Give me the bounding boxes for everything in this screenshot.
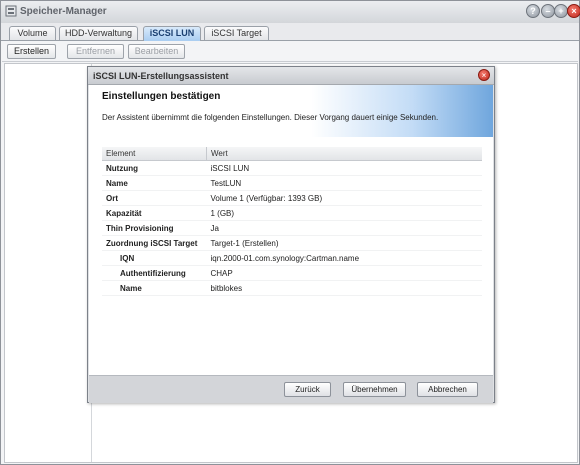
row-element: Ort (102, 190, 207, 206)
title-bar: Speicher-Manager ? – + × (1, 1, 580, 24)
column-header-element: Element (102, 147, 207, 161)
table-row: IQN iqn.2000-01.com.synology:Cartman.nam… (102, 250, 482, 266)
toolbar: Erstellen Entfernen Bearbeiten (2, 41, 578, 62)
lun-creation-wizard-dialog: iSCSI LUN-Erstellungsassistent × Einstel… (87, 66, 495, 403)
table-row: Kapazität 1 (GB) (102, 205, 482, 221)
tab-iscsi-target[interactable]: iSCSI Target (204, 26, 269, 40)
cancel-button[interactable]: Abbrechen (417, 382, 478, 397)
storage-manager-window: Speicher-Manager ? – + × Volume HDD-Verw… (0, 0, 580, 465)
settings-table: Element Wert Nutzung iSCSI LUN Name Test… (102, 147, 482, 296)
remove-button[interactable]: Entfernen (67, 44, 124, 59)
row-value: Ja (206, 220, 482, 236)
apply-button[interactable]: Übernehmen (343, 382, 406, 397)
row-element: Name (102, 280, 207, 296)
help-button[interactable]: ? (526, 4, 540, 18)
table-row: Ort Volume 1 (Verfügbar: 1393 GB) (102, 190, 482, 206)
tab-volume[interactable]: Volume (9, 26, 56, 40)
table-row: Zuordnung iSCSI Target Target-1 (Erstell… (102, 235, 482, 251)
close-window-button[interactable]: × (567, 4, 580, 18)
table-row: Thin Provisioning Ja (102, 220, 482, 236)
row-element: Kapazität (102, 205, 207, 221)
step-heading: Einstellungen bestätigen (102, 91, 221, 102)
maximize-button[interactable]: + (554, 4, 568, 18)
create-button[interactable]: Erstellen (7, 44, 56, 59)
row-element: IQN (102, 250, 207, 266)
step-description: Der Assistent übernimmt die folgenden Ei… (102, 113, 439, 122)
row-value: bitblokes (206, 280, 482, 296)
row-value: iqn.2000-01.com.synology:Cartman.name (206, 250, 482, 266)
minimize-button[interactable]: – (541, 4, 555, 18)
row-element: Name (102, 175, 207, 191)
dialog-footer: Zurück Übernehmen Abbrechen (89, 375, 493, 403)
row-element: Zuordnung iSCSI Target (102, 235, 207, 251)
window-title: Speicher-Manager (20, 6, 107, 17)
row-value: Target-1 (Erstellen) (206, 235, 482, 251)
row-element: Thin Provisioning (102, 220, 207, 236)
row-value: CHAP (206, 265, 482, 281)
table-row: Name TestLUN (102, 175, 482, 191)
tab-bar: Volume HDD-Verwaltung iSCSI LUN iSCSI Ta… (1, 23, 579, 41)
row-element: Authentifizierung (102, 265, 207, 281)
dialog-title: iSCSI LUN-Erstellungsassistent (93, 71, 229, 81)
tab-hdd-verwaltung[interactable]: HDD-Verwaltung (59, 26, 138, 40)
table-header-row: Element Wert (102, 147, 482, 161)
back-button[interactable]: Zurück (284, 382, 331, 397)
table-row: Authentifizierung CHAP (102, 265, 482, 281)
dialog-header: Einstellungen bestätigen Der Assistent ü… (89, 85, 493, 137)
row-element: Nutzung (102, 160, 207, 176)
table-row: Name bitblokes (102, 280, 482, 296)
tab-iscsi-lun[interactable]: iSCSI LUN (143, 26, 201, 41)
row-value: TestLUN (206, 175, 482, 191)
row-value: iSCSI LUN (206, 160, 482, 176)
storage-manager-icon (5, 5, 17, 17)
table-row: Nutzung iSCSI LUN (102, 160, 482, 176)
dialog-close-icon[interactable]: × (478, 69, 490, 81)
row-value: Volume 1 (Verfügbar: 1393 GB) (206, 190, 482, 206)
row-value: 1 (GB) (206, 205, 482, 221)
column-header-value: Wert (206, 147, 482, 161)
edit-button[interactable]: Bearbeiten (128, 44, 185, 59)
dialog-title-bar: iSCSI LUN-Erstellungsassistent × (88, 67, 494, 85)
